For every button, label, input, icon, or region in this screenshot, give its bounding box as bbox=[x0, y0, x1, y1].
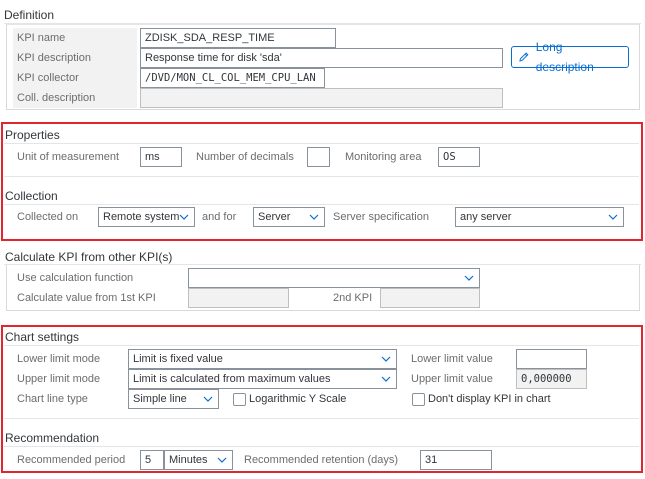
kpi-name-label: KPI name bbox=[13, 28, 137, 48]
chart-settings-title: Chart settings bbox=[5, 330, 80, 344]
kpi-description-label: KPI description bbox=[13, 48, 137, 68]
collection-header-divider bbox=[4, 204, 639, 205]
and-for-label: and for bbox=[202, 211, 237, 223]
lower-limit-mode-value: Limit is fixed value bbox=[133, 353, 223, 365]
lower-limit-mode-select[interactable]: Limit is fixed value bbox=[128, 349, 397, 369]
number-of-decimals-label: Number of decimals bbox=[196, 151, 294, 163]
chart-recommendation-divider bbox=[4, 418, 639, 419]
recommended-retention-label: Recommended retention (days) bbox=[244, 454, 399, 466]
and-for-value: Server bbox=[258, 211, 291, 223]
properties-header-divider bbox=[4, 143, 639, 144]
server-specification-label: Server specification bbox=[333, 211, 429, 223]
definition-title: Definition bbox=[4, 8, 55, 22]
first-kpi-field bbox=[188, 288, 289, 308]
recommended-period-field[interactable]: 5 bbox=[140, 450, 164, 470]
chevron-down-icon bbox=[179, 214, 189, 220]
collected-on-select[interactable]: Remote system bbox=[98, 207, 195, 227]
collected-on-label: Collected on bbox=[17, 211, 79, 223]
upper-limit-mode-select[interactable]: Limit is calculated from maximum values bbox=[128, 369, 397, 389]
monitoring-area-field[interactable]: OS bbox=[438, 147, 480, 167]
chart-line-type-select[interactable]: Simple line bbox=[128, 389, 219, 409]
number-of-decimals-field[interactable] bbox=[307, 147, 330, 167]
server-specification-select[interactable]: any server bbox=[455, 207, 624, 227]
properties-title: Properties bbox=[5, 128, 60, 142]
properties-collection-divider bbox=[4, 176, 639, 177]
long-description-button[interactable]: Long description bbox=[511, 40, 629, 74]
unit-of-measurement-field[interactable]: ms bbox=[140, 147, 182, 167]
lower-limit-value-label: Lower limit value bbox=[411, 353, 493, 365]
use-calculation-function-label: Use calculation function bbox=[17, 272, 134, 284]
lower-limit-value-field[interactable] bbox=[516, 349, 587, 369]
use-calculation-function-select[interactable] bbox=[188, 268, 480, 288]
chart-line-type-value: Simple line bbox=[133, 393, 187, 405]
chevron-down-icon bbox=[203, 396, 213, 402]
upper-limit-mode-label: Upper limit mode bbox=[17, 373, 101, 385]
kpi-collector-label: KPI collector bbox=[13, 68, 137, 88]
chevron-down-icon bbox=[608, 214, 618, 220]
kpi-description-field[interactable]: Response time for disk 'sda' bbox=[140, 48, 503, 68]
second-kpi-label: 2nd KPI bbox=[333, 292, 373, 304]
collected-on-value: Remote system bbox=[103, 211, 180, 223]
long-description-label: Long description bbox=[535, 40, 594, 74]
lower-limit-mode-label: Lower limit mode bbox=[17, 353, 101, 365]
kpi-name-field[interactable]: ZDISK_SDA_RESP_TIME bbox=[140, 28, 336, 48]
chart-line-type-label: Chart line type bbox=[17, 393, 88, 405]
first-kpi-label: Calculate value from 1st KPI bbox=[17, 292, 156, 304]
kpi-collector-field[interactable]: /DVD/MON_CL_COL_MEM_CPU_LAN bbox=[140, 68, 325, 88]
upper-limit-value-field: 0,000000 bbox=[516, 369, 587, 389]
recommended-period-unit-select[interactable]: Minutes bbox=[164, 450, 233, 470]
recommended-period-unit-value: Minutes bbox=[169, 454, 208, 466]
chevron-down-icon bbox=[381, 376, 391, 382]
recommended-retention-field[interactable]: 31 bbox=[420, 450, 492, 470]
server-specification-value: any server bbox=[460, 211, 512, 223]
chevron-down-icon bbox=[217, 457, 227, 463]
logarithmic-y-scale-label: Logarithmic Y Scale bbox=[249, 393, 347, 405]
monitoring-area-label: Monitoring area bbox=[345, 151, 422, 163]
unit-of-measurement-label: Unit of measurement bbox=[17, 151, 120, 163]
recommendation-header-divider bbox=[4, 446, 639, 447]
second-kpi-field bbox=[380, 288, 480, 308]
pencil-icon bbox=[519, 52, 529, 62]
upper-limit-mode-value: Limit is calculated from maximum values bbox=[133, 373, 331, 385]
chevron-down-icon bbox=[464, 275, 474, 281]
upper-limit-value-label: Upper limit value bbox=[411, 373, 493, 385]
recommendation-title: Recommendation bbox=[5, 431, 100, 445]
dont-display-kpi-checkbox[interactable] bbox=[412, 393, 425, 406]
dont-display-kpi-label: Don't display KPI in chart bbox=[428, 393, 551, 405]
chart-settings-header-divider bbox=[4, 345, 639, 346]
collection-title: Collection bbox=[5, 189, 58, 203]
recommended-period-label: Recommended period bbox=[17, 454, 126, 466]
calculate-title: Calculate KPI from other KPI(s) bbox=[5, 250, 173, 264]
chevron-down-icon bbox=[381, 356, 391, 362]
and-for-select[interactable]: Server bbox=[253, 207, 325, 227]
coll-description-field bbox=[140, 88, 503, 108]
logarithmic-y-scale-checkbox[interactable] bbox=[233, 393, 246, 406]
coll-description-label: Coll. description bbox=[13, 88, 137, 108]
chevron-down-icon bbox=[309, 214, 319, 220]
